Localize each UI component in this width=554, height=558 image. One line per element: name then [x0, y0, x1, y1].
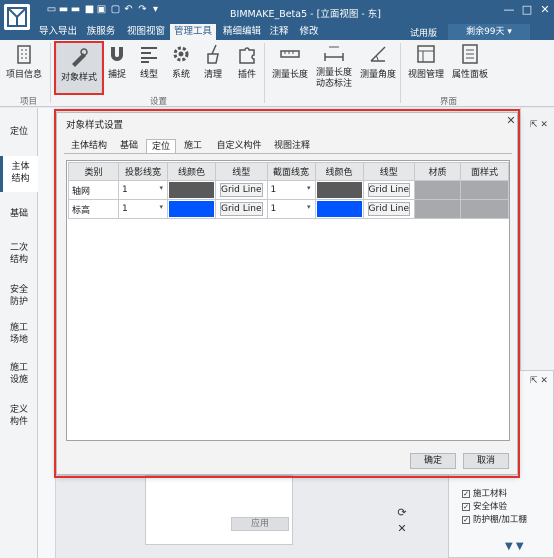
ribbon-separator [264, 43, 265, 103]
system-button[interactable]: 系统 [168, 43, 194, 81]
new-file-icon[interactable]: ▭ [46, 5, 57, 15]
pin-icon[interactable]: ⇱ ✕ [530, 120, 548, 130]
magnet-icon [111, 47, 123, 61]
nav-site[interactable]: 施工 场地 [2, 322, 36, 346]
ribbon-separator [50, 43, 51, 103]
tree-item[interactable]: ✓ 安全体验 [462, 500, 507, 512]
ruler-icon [280, 50, 300, 58]
cleanup-label: 清理 [203, 70, 222, 80]
view-manage-label: 视图管理 [407, 70, 444, 80]
nav-positioning[interactable]: 定位 [2, 126, 36, 138]
menu-annotate[interactable]: 注释 [268, 24, 290, 40]
linetype-button[interactable]: 线型 [136, 43, 162, 81]
days-left-badge[interactable]: 剩余99天 ▾ [448, 24, 530, 40]
ribbon-separator [400, 43, 401, 103]
nav-foundation[interactable]: 基础 [2, 208, 36, 220]
tree-item[interactable]: ✓ 防护棚/加工棚 [462, 513, 527, 525]
view-manage-button[interactable]: 视图管理 [406, 43, 446, 81]
nav-secondary-structure[interactable]: 二次 结构 [2, 242, 36, 266]
nav-safety[interactable]: 安全 防护 [2, 284, 36, 308]
building-icon [17, 45, 31, 64]
gear-icon [173, 46, 189, 62]
menu-import-export[interactable]: 导入导出 [38, 24, 78, 40]
menu-fine-edit[interactable]: 精细编辑 [220, 24, 264, 40]
highlight-dialog [54, 109, 520, 478]
view-manage-icon [417, 45, 435, 63]
minimize-icon[interactable]: — [500, 2, 518, 18]
properties-panel-label: 属性面板 [451, 70, 488, 80]
checkbox-checked-icon[interactable]: ✓ [462, 489, 470, 498]
linetype-icon [141, 47, 157, 63]
property-panel-bg [145, 475, 293, 545]
system-label: 系统 [171, 70, 190, 80]
measure-angle-button[interactable]: 测量角度 [358, 43, 398, 81]
folder-icon[interactable]: ▬ [70, 5, 81, 15]
measure-length-label: 测量长度 [271, 70, 308, 80]
save-icon[interactable]: ■ [84, 5, 95, 15]
measure-length-button[interactable]: 测量长度 [270, 43, 310, 81]
checkbox-checked-icon[interactable]: ✓ [462, 502, 470, 511]
save-as-icon[interactable]: ▣ [96, 5, 107, 15]
nav-define-component[interactable]: 定义 构件 [2, 404, 36, 428]
nav-main-structure[interactable]: 主体 结构 [0, 156, 38, 192]
dimension-icon [324, 46, 344, 61]
export-icon[interactable]: ▢ [110, 5, 121, 15]
menu-view-window[interactable]: 视图视窗 [124, 24, 168, 40]
measure-angle-label: 测量角度 [359, 70, 396, 80]
plugin-button[interactable]: 插件 [234, 43, 260, 81]
linetype-label: 线型 [139, 70, 158, 80]
trial-label: 试用版 [410, 29, 438, 39]
nav-facility[interactable]: 施工 设施 [2, 362, 36, 386]
open-folder-icon[interactable]: ▬ [58, 5, 69, 15]
redo-icon[interactable]: ↷ [137, 5, 148, 15]
group-label-interface: 界面 [440, 97, 458, 107]
close-icon[interactable]: ✕ [536, 2, 554, 18]
project-info-label: 项目信息 [6, 70, 43, 80]
side-tool-icons: ⟳ ✕ [394, 505, 410, 537]
snap-label: 捕捉 [107, 70, 126, 80]
tree-item[interactable]: ✓ 施工材料 [462, 487, 507, 499]
apply-button[interactable]: 应用 [231, 517, 289, 531]
menu-family-service[interactable]: 族服务 [84, 24, 118, 40]
snap-button[interactable]: 捕捉 [104, 43, 130, 81]
plugin-label: 插件 [237, 70, 256, 80]
menu-manage-tools[interactable]: 管理工具 [170, 24, 216, 40]
angle-icon [370, 46, 386, 62]
filter-icons[interactable]: ▼ ▼ [505, 541, 524, 552]
close-icon[interactable]: ✕ [394, 521, 410, 537]
properties-icon [462, 44, 478, 64]
project-info-button[interactable]: 项目信息 [6, 43, 42, 81]
window-title: BIMMAKE_Beta5 - [立面视图 - 东] [230, 9, 381, 20]
menu-modify[interactable]: 修改 [298, 24, 320, 40]
maximize-icon[interactable]: □ [518, 2, 536, 18]
puzzle-icon [239, 47, 255, 64]
highlight-object-style [54, 41, 104, 95]
properties-panel-button[interactable]: 属性面板 [450, 43, 490, 81]
undo-icon[interactable]: ↶ [123, 5, 134, 15]
group-label-settings: 设置 [150, 97, 168, 107]
dropdown-icon[interactable]: ▾ [150, 5, 161, 15]
broom-icon [207, 44, 219, 64]
days-left-text: 剩余99天 [466, 27, 505, 37]
cleanup-button[interactable]: 清理 [200, 43, 226, 81]
measure-dynamic-label: 测量长度 动态标注 [315, 68, 352, 89]
group-label-project: 项目 [20, 97, 38, 107]
refresh-icon[interactable]: ⟳ [394, 505, 410, 521]
checkbox-checked-icon[interactable]: ✓ [462, 515, 470, 524]
pin-icon[interactable]: ⇱ ✕ [530, 376, 548, 386]
app-logo-icon[interactable] [4, 4, 30, 30]
measure-dynamic-button[interactable]: 测量长度 动态标注 [312, 43, 356, 90]
